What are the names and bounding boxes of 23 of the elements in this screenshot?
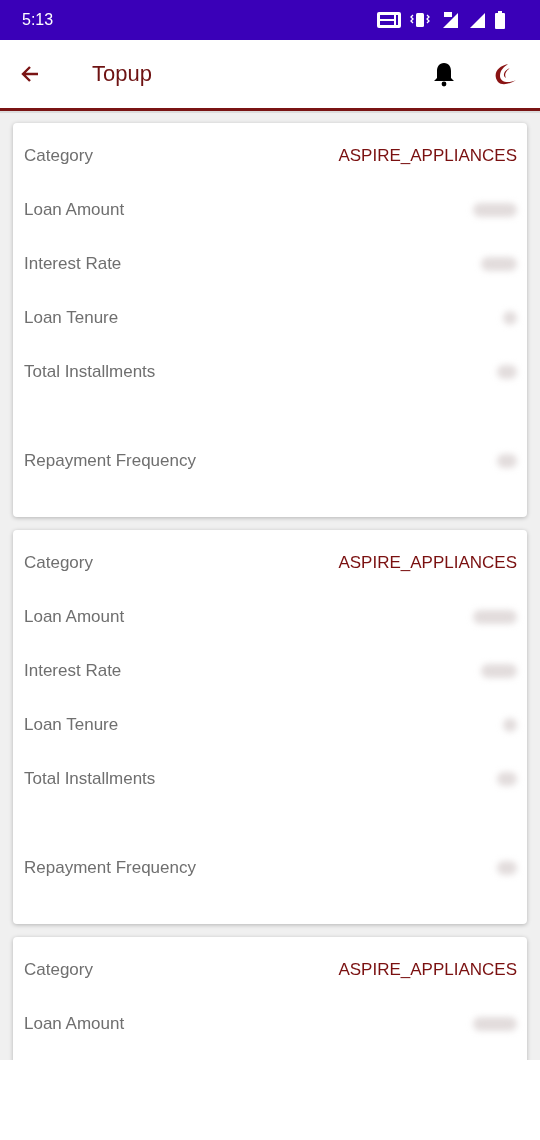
page-title: Topup [92, 61, 152, 87]
status-time: 5:13 [22, 11, 54, 29]
field-label: Interest Rate [24, 661, 122, 681]
field-value: ASPIRE_APPLIANCES [338, 553, 517, 573]
field-label: Interest Rate [24, 254, 122, 274]
field-label: Loan Amount [24, 200, 125, 220]
field-label: Total Installments [24, 769, 156, 789]
field-label: Category [24, 553, 93, 573]
field-label: Category [24, 960, 93, 980]
field-label: Loan Amount [24, 607, 125, 627]
field-label: Repayment Frequency [24, 858, 196, 878]
field-value: ASPIRE_APPLIANCES [338, 146, 517, 166]
vibrate-icon [410, 11, 430, 29]
field-label: Loan Tenure [24, 715, 119, 735]
field-value: ASPIRE_APPLIANCES [338, 960, 517, 980]
field-label: Category [24, 146, 93, 166]
battery-icon [494, 11, 506, 29]
field-label: Loan Tenure [24, 308, 119, 328]
bell-icon [432, 61, 456, 87]
field-label: Loan Amount [24, 1014, 125, 1034]
field-label: Total Installments [24, 362, 156, 382]
signal-icon [468, 11, 486, 29]
field-label: Repayment Frequency [24, 451, 196, 471]
